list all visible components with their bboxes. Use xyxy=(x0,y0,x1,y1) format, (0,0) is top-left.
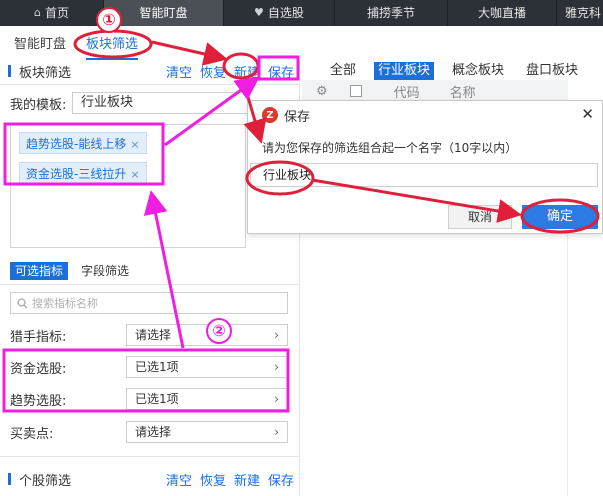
filter-mode-tabs: 可选指标 字段筛选 xyxy=(10,262,134,280)
nav-stock[interactable]: 雅克科 xyxy=(557,0,603,26)
tab-field-filter[interactable]: 字段筛选 xyxy=(76,262,134,280)
divider xyxy=(0,456,300,457)
nav-watchlist[interactable]: ♥ 自选股 xyxy=(224,0,334,26)
name-input[interactable]: 行业板块 xyxy=(250,163,598,187)
section-accent-bar xyxy=(8,473,11,485)
sector-filter-actions: 清空 恢复 新建 保存 xyxy=(166,62,294,81)
template-row: 我的模板: 行业板块 xyxy=(10,92,248,114)
condition-tag: 资金选股-三线拉升 × xyxy=(19,162,147,184)
search-icon xyxy=(17,297,28,308)
condition-tag-label: 资金选股-三线拉升 xyxy=(26,167,127,181)
indicator-search-input[interactable]: 搜索指标名称 xyxy=(10,292,288,314)
filter-value: 已选1项 xyxy=(135,392,179,406)
tab-industry-sector[interactable]: 行业板块 xyxy=(374,62,435,80)
save-button[interactable]: 保存 xyxy=(268,470,294,489)
condition-tag: 趋势选股-能线上移 × xyxy=(19,132,147,154)
column-code[interactable]: 代码 xyxy=(394,82,420,101)
filter-row-trend: 趋势选股: 已选1项 › xyxy=(10,388,290,410)
step-2-badge: ② xyxy=(206,318,232,344)
stock-filter-header: 个股筛选 清空 恢复 新建 保存 xyxy=(0,468,300,490)
new-button[interactable]: 新建 xyxy=(234,62,260,81)
app-logo-letter: Z xyxy=(266,109,274,121)
heart-icon: ♥ xyxy=(254,6,264,19)
chevron-right-icon: › xyxy=(274,425,279,439)
close-icon[interactable]: ✕ xyxy=(581,105,594,123)
tab-sector-filter[interactable]: 板块筛选 xyxy=(86,33,139,60)
chevron-right-icon: › xyxy=(274,360,279,374)
stock-filter-actions: 清空 恢复 新建 保存 xyxy=(166,470,294,489)
app-window: ⌂ 首页 智能盯盘 ♥ 自选股 捕捞季节 大咖直播 雅克科 智能盯盘 板块筛选 xyxy=(0,0,603,496)
divider xyxy=(0,84,300,85)
filter-row-hunter: 猎手指标: 请选择 › xyxy=(10,324,290,346)
filter-select[interactable]: 已选1项 › xyxy=(126,388,288,410)
filter-value: 请选择 xyxy=(135,328,172,342)
select-all-checkbox[interactable] xyxy=(349,85,362,97)
nav-smart-monitor[interactable]: 智能盯盘 xyxy=(104,0,223,26)
nav-smart-monitor-label: 智能盯盘 xyxy=(139,6,188,20)
nav-season[interactable]: 捕捞季节 xyxy=(335,0,447,26)
cancel-button[interactable]: 取消 xyxy=(448,205,512,229)
template-label: 我的模板: xyxy=(10,98,67,113)
dialog-titlebar: Z 保存 ✕ xyxy=(248,101,603,129)
dialog-title: 保存 xyxy=(284,109,311,125)
tab-concept-sector[interactable]: 概念板块 xyxy=(448,62,508,80)
filter-row-trade-point: 买卖点: 请选择 › xyxy=(10,421,290,443)
tab-smart-monitor[interactable]: 智能盯盘 xyxy=(14,33,66,60)
filter-select[interactable]: 请选择 › xyxy=(126,421,288,443)
top-navigation: ⌂ 首页 智能盯盘 ♥ 自选股 捕捞季节 大咖直播 雅克科 xyxy=(0,0,603,26)
app-logo-icon: Z xyxy=(262,107,278,123)
restore-button[interactable]: 恢复 xyxy=(200,62,226,81)
remove-tag-icon[interactable]: × xyxy=(130,138,139,151)
divider xyxy=(0,284,300,285)
nav-home[interactable]: ⌂ 首页 xyxy=(0,0,103,26)
nav-stock-label: 雅克科 xyxy=(565,6,602,20)
sector-filter-title: 板块筛选 xyxy=(19,65,72,81)
home-icon: ⌂ xyxy=(34,6,41,19)
search-placeholder: 搜索指标名称 xyxy=(32,297,98,310)
chevron-right-icon: › xyxy=(274,328,279,342)
filter-value: 已选1项 xyxy=(135,360,179,374)
sector-type-tabs: 全部 行业板块 概念板块 盘口板块 xyxy=(326,62,582,80)
filter-label: 买卖点: xyxy=(10,426,54,442)
save-dialog: Z 保存 ✕ 请为您保存的筛选组合起一个名字（10字以内） 行业板块 取消 确定 xyxy=(247,100,603,234)
filter-label: 猎手指标: xyxy=(10,329,67,345)
filter-label: 资金选股: xyxy=(10,361,67,377)
grid-header: ⚙ 代码 名称 xyxy=(302,80,568,102)
nav-home-label: 首页 xyxy=(44,6,69,20)
filter-row-fund: 资金选股: 已选1项 › xyxy=(10,356,290,378)
tab-market-sector[interactable]: 盘口板块 xyxy=(522,62,582,80)
clear-button[interactable]: 清空 xyxy=(166,62,192,81)
filter-label: 趋势选股: xyxy=(10,393,67,409)
sector-filter-header: 板块筛选 清空 恢复 新建 保存 xyxy=(0,60,300,82)
confirm-button[interactable]: 确定 xyxy=(522,205,598,229)
restore-button[interactable]: 恢复 xyxy=(200,470,226,489)
nav-live[interactable]: 大咖直播 xyxy=(448,0,556,26)
nav-season-label: 捕捞季节 xyxy=(366,6,415,20)
tab-all[interactable]: 全部 xyxy=(326,62,360,80)
chevron-right-icon: › xyxy=(274,392,279,406)
sub-tabs: 智能盯盘 板块筛选 xyxy=(0,26,300,60)
clear-button[interactable]: 清空 xyxy=(166,470,192,489)
stock-filter-title: 个股筛选 xyxy=(19,473,72,489)
nav-watchlist-label: 自选股 xyxy=(267,6,304,20)
new-button[interactable]: 新建 xyxy=(234,470,260,489)
step-1-badge: ① xyxy=(96,7,122,33)
column-name[interactable]: 名称 xyxy=(450,82,476,101)
settings-icon[interactable]: ⚙ xyxy=(316,84,328,99)
selected-conditions-box: 趋势选股-能线上移 × 资金选股-三线拉升 × xyxy=(10,124,246,248)
nav-live-label: 大咖直播 xyxy=(477,6,526,20)
save-button[interactable]: 保存 xyxy=(268,62,294,81)
template-select[interactable]: 行业板块 xyxy=(72,92,248,114)
section-accent-bar xyxy=(8,65,11,77)
filter-value: 请选择 xyxy=(135,425,172,439)
remove-tag-icon[interactable]: × xyxy=(130,168,139,181)
tab-available-indicators[interactable]: 可选指标 xyxy=(10,262,69,280)
condition-tag-label: 趋势选股-能线上移 xyxy=(26,137,127,151)
filter-select[interactable]: 已选1项 › xyxy=(126,356,288,378)
dialog-prompt: 请为您保存的筛选组合起一个名字（10字以内） xyxy=(262,141,518,155)
